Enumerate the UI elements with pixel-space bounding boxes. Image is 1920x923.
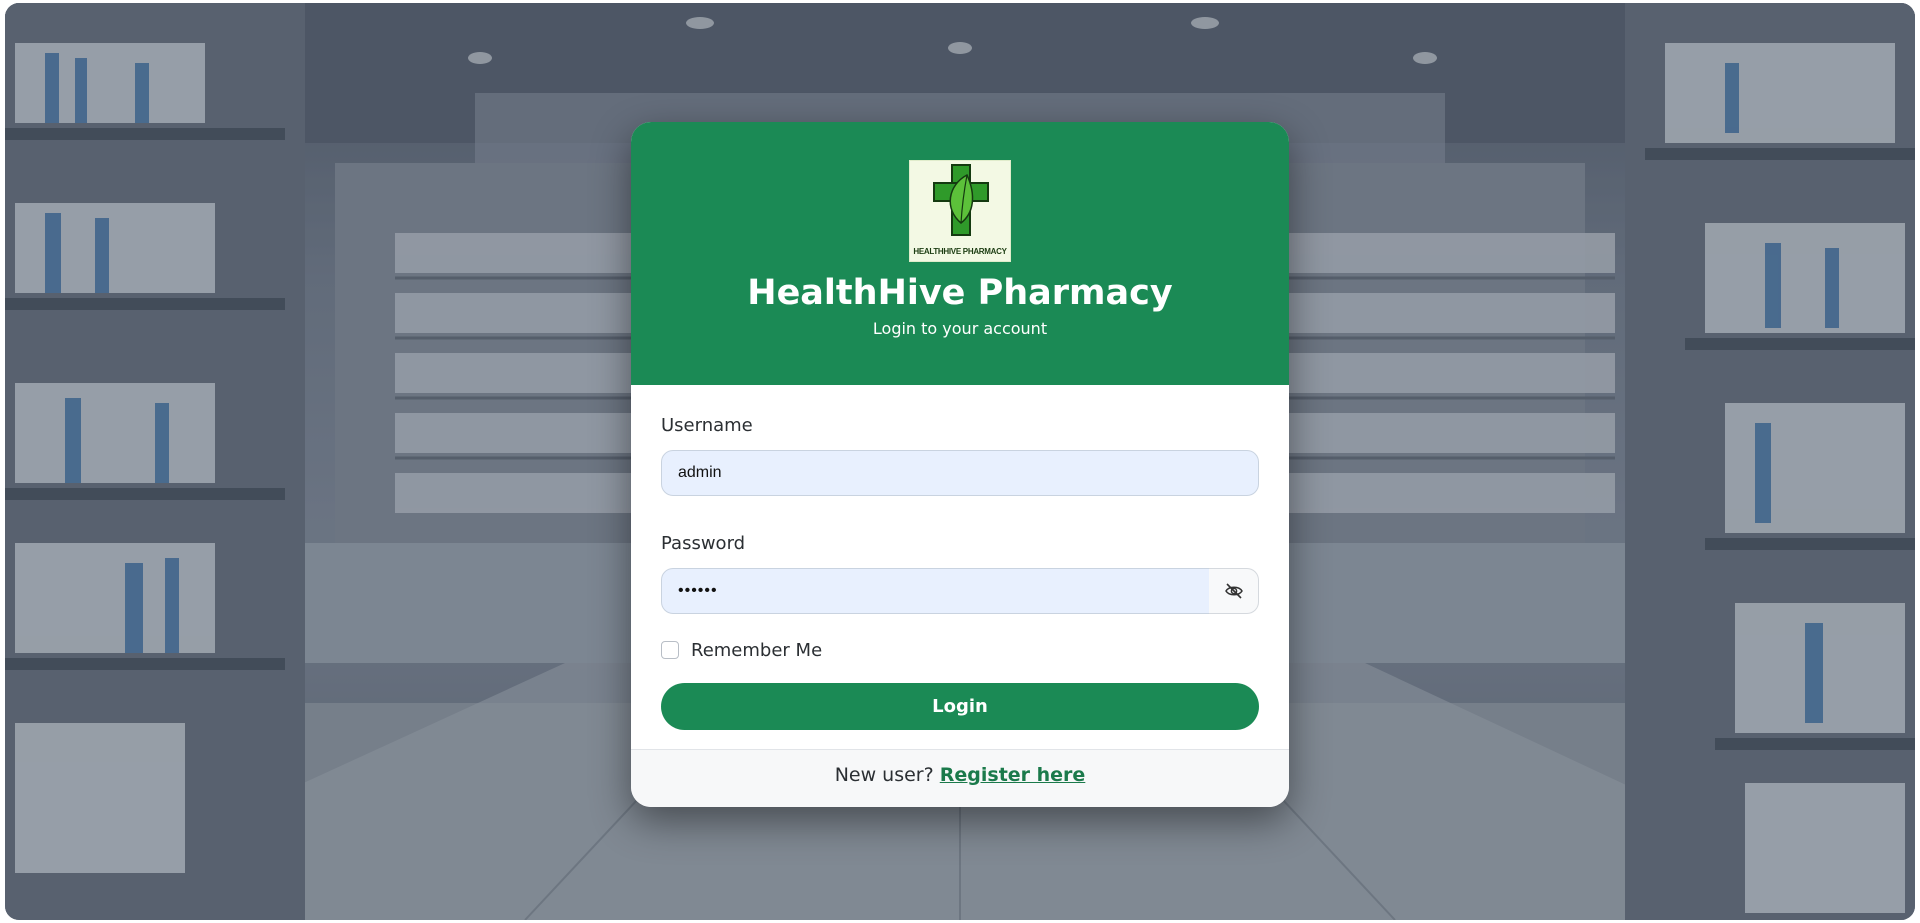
- remember-label[interactable]: Remember Me: [691, 640, 822, 661]
- password-group: [661, 568, 1259, 614]
- register-link[interactable]: Register here: [940, 764, 1086, 786]
- card-header: HEALTHHIVE PHARMACY HealthHive Pharmacy …: [631, 122, 1289, 385]
- brand-title: HealthHive Pharmacy: [747, 273, 1173, 313]
- card-footer: New user? Register here: [631, 749, 1289, 807]
- login-form: Username Password Remember Me Login: [631, 385, 1289, 749]
- eye-slash-icon: [1224, 583, 1243, 599]
- username-input[interactable]: [661, 450, 1259, 496]
- remember-row: Remember Me: [661, 638, 1259, 662]
- password-input[interactable]: [661, 568, 1210, 614]
- new-user-prompt: New user?: [834, 764, 940, 786]
- username-label: Username: [661, 415, 753, 436]
- pharmacy-logo: HEALTHHIVE PHARMACY: [909, 160, 1011, 262]
- logo-text: HEALTHHIVE PHARMACY: [913, 247, 1007, 256]
- login-button[interactable]: Login: [661, 683, 1259, 730]
- toggle-password-button[interactable]: [1209, 568, 1259, 614]
- remember-checkbox[interactable]: [661, 641, 679, 659]
- password-label: Password: [661, 533, 746, 554]
- login-card: HEALTHHIVE PHARMACY HealthHive Pharmacy …: [631, 122, 1289, 807]
- brand-subtitle: Login to your account: [872, 319, 1048, 338]
